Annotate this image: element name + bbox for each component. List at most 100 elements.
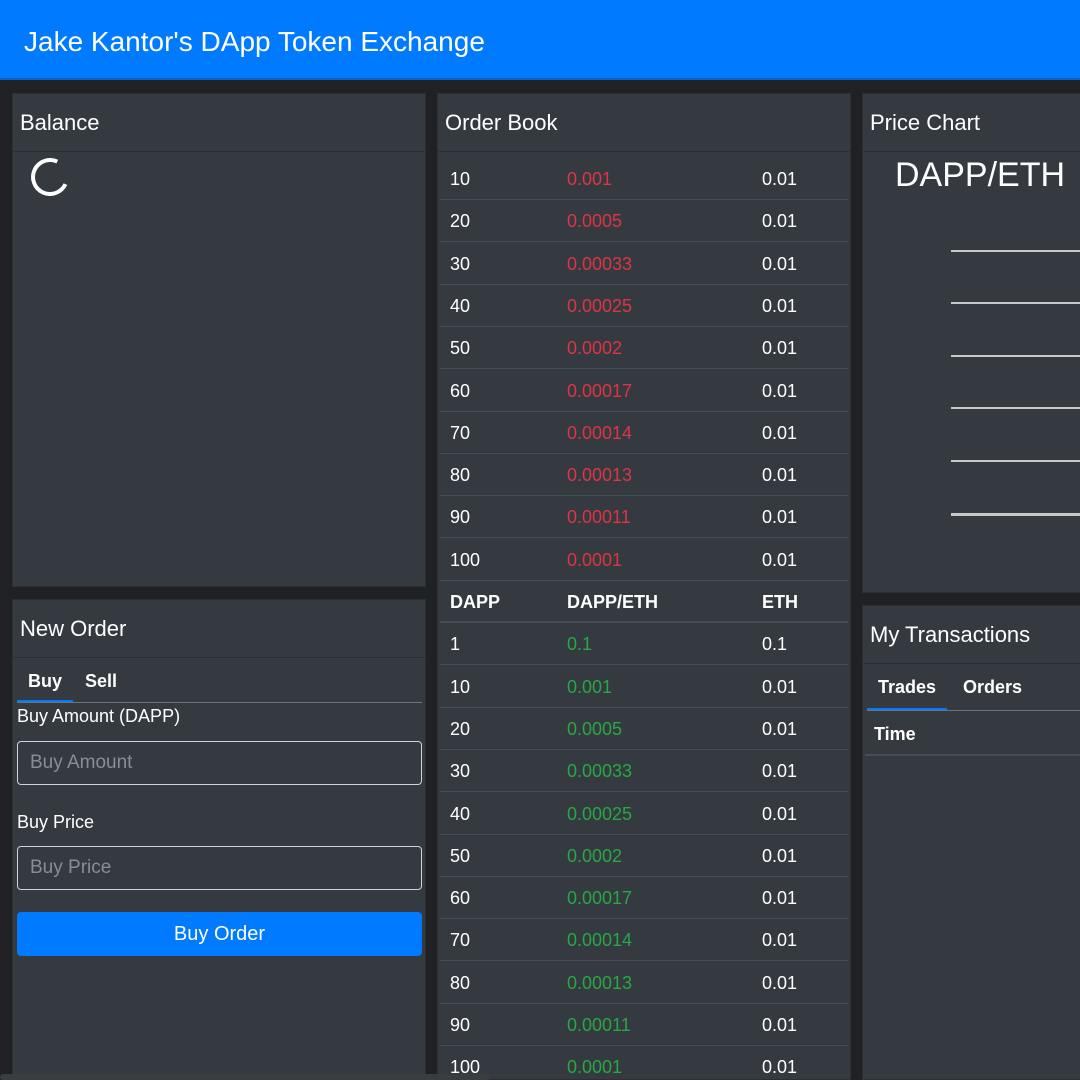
amount-cell: 80 [450, 972, 471, 993]
total-cell: 0.01 [762, 845, 798, 866]
amount-cell: 90 [450, 507, 471, 528]
tab-buy[interactable]: Buy [17, 666, 74, 702]
order-book-card: Order Book 10 0.001 0.01 20 0.0005 0.01 30 0.00… [437, 93, 851, 1080]
amount-cell: 50 [450, 845, 471, 866]
price-cell: 0.00033 [567, 253, 633, 274]
amount-cell: 30 [450, 253, 471, 274]
price-cell: 0.0002 [567, 845, 623, 866]
price-cell: 0.00013 [567, 465, 633, 486]
total-cell: 0.01 [762, 380, 798, 401]
total-cell: 0.01 [762, 888, 798, 909]
chart-gridline [951, 250, 1080, 252]
total-cell: 0.1 [762, 634, 788, 655]
total-cell: 0.01 [762, 465, 798, 486]
amount-cell: 1 [450, 634, 461, 655]
app-title[interactable]: Jake Kantor's DApp Token Exchange [24, 24, 485, 60]
total-cell: 0.01 [762, 169, 798, 189]
balance-card: Balance [12, 93, 426, 587]
column-dapp-eth: DAPP/ETH [567, 592, 659, 612]
total-cell: 0.01 [762, 676, 798, 697]
buy-order-row[interactable]: 1 0.1 0.1 [440, 623, 848, 666]
total-cell: 0.01 [762, 972, 798, 993]
buy-order-row[interactable]: 10 0.001 0.01 [440, 666, 848, 708]
amount-cell: 20 [450, 718, 471, 739]
tab-orders[interactable]: Orders [952, 672, 1033, 708]
new-order-card: New Order Buy Sell Buy Amount (DAPP) Buy… [12, 599, 426, 1080]
buy-order-row[interactable]: 20 0.0005 0.01 [440, 708, 848, 750]
amount-cell: 40 [450, 803, 471, 824]
buy-order-row[interactable]: 50 0.0002 0.01 [440, 835, 848, 877]
chart-pair-title: DAPP/ETH [895, 156, 1066, 194]
tab-trades[interactable]: Trades [867, 672, 948, 710]
buy-order-row[interactable]: 100 0.0001 0.01 [440, 1046, 848, 1079]
amount-cell: 60 [450, 888, 471, 909]
column-eth: ETH [762, 592, 798, 612]
total-cell: 0.01 [762, 718, 798, 739]
price-chart-card: Price Chart DAPP/ETH [862, 93, 1080, 593]
buy-price-label: Buy Price [17, 812, 95, 832]
price-cell: 0.00025 [567, 803, 633, 824]
buy-order-button[interactable]: Buy Order [17, 912, 422, 956]
total-cell: 0.01 [762, 1057, 798, 1078]
price-cell: 0.00011 [567, 507, 631, 528]
price-cell: 0.00013 [567, 972, 633, 993]
chart-gridline [951, 355, 1080, 357]
horizontal-scrollbar[interactable] [0, 1074, 490, 1080]
sell-order-row[interactable]: 10 0.001 0.01 [440, 158, 848, 200]
amount-cell: 40 [450, 295, 471, 316]
buy-amount-input[interactable] [17, 741, 422, 785]
price-cell: 0.00025 [567, 295, 633, 316]
sell-order-row[interactable]: 90 0.00011 0.01 [440, 496, 848, 539]
buy-order-row[interactable]: 30 0.00033 0.01 [440, 750, 848, 793]
buy-order-row[interactable]: 80 0.00013 0.01 [440, 962, 848, 1004]
total-cell: 0.01 [762, 295, 798, 316]
my-transactions-card: My Transactions Trades Orders Time [862, 605, 1080, 1080]
sell-order-row[interactable]: 20 0.0005 0.01 [440, 200, 848, 243]
price-cell: 0.0002 [567, 338, 623, 359]
buy-price-input[interactable] [17, 846, 422, 890]
total-cell: 0.01 [762, 803, 798, 824]
price-cell: 0.001 [567, 169, 613, 189]
price-cell: 0.1 [567, 634, 593, 655]
loading-spinner-icon [25, 152, 75, 202]
buy-order-row[interactable]: 60 0.00017 0.01 [440, 877, 848, 920]
price-cell: 0.0001 [567, 549, 623, 570]
sell-order-row[interactable]: 40 0.00025 0.01 [440, 285, 848, 327]
total-cell: 0.01 [762, 338, 798, 359]
app-navbar: Jake Kantor's DApp Token Exchange [0, 0, 1080, 80]
price-chart-header: Price Chart [863, 94, 1080, 152]
buy-order-row[interactable]: 90 0.00011 0.01 [440, 1004, 848, 1046]
tab-sell[interactable]: Sell [74, 666, 128, 700]
sell-order-row[interactable]: 50 0.0002 0.01 [440, 327, 848, 370]
price-cell: 0.00014 [567, 422, 633, 443]
sell-order-row[interactable]: 80 0.00013 0.01 [440, 454, 848, 497]
amount-cell: 10 [450, 169, 471, 189]
price-cell: 0.0005 [567, 211, 623, 232]
amount-cell: 30 [450, 761, 471, 782]
column-time: Time [874, 724, 916, 744]
sell-order-row[interactable]: 100 0.0001 0.01 [440, 539, 848, 581]
sell-order-row[interactable]: 60 0.00017 0.01 [440, 370, 848, 412]
amount-cell: 10 [450, 676, 471, 697]
transactions-tabs: Trades Orders [867, 672, 1080, 711]
price-cell: 0.00017 [567, 380, 633, 401]
buy-amount-label: Buy Amount (DAPP) [17, 706, 181, 726]
transactions-table-header: Time [865, 714, 1080, 756]
price-cell: 0.00014 [567, 930, 633, 951]
amount-cell: 70 [450, 422, 471, 443]
order-type-tabs: Buy Sell [17, 666, 422, 703]
price-cell: 0.0005 [567, 718, 623, 739]
total-cell: 0.01 [762, 761, 798, 782]
sell-order-row[interactable]: 70 0.00014 0.01 [440, 412, 848, 454]
amount-cell: 90 [450, 1015, 471, 1035]
buy-order-row[interactable]: 70 0.00014 0.01 [440, 919, 848, 962]
total-cell: 0.01 [762, 422, 798, 443]
buy-order-row[interactable]: 40 0.00025 0.01 [440, 793, 848, 835]
chart-gridline [951, 513, 1080, 516]
price-cell: 0.00011 [567, 1015, 631, 1035]
sell-order-row[interactable]: 30 0.00033 0.01 [440, 243, 848, 285]
new-order-header: New Order [13, 600, 425, 658]
price-cell: 0.0001 [567, 1057, 623, 1078]
total-cell: 0.01 [762, 930, 798, 951]
order-book-column-header: DAPP DAPP/ETH ETH [440, 581, 848, 623]
